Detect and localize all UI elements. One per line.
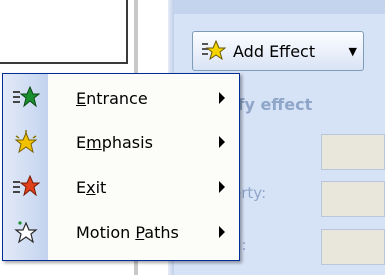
- menu-item-entrance[interactable]: Entrance: [3, 78, 239, 118]
- menu-item-emphasis[interactable]: Emphasis: [3, 122, 239, 162]
- menu-item-exit[interactable]: Exit: [3, 167, 239, 207]
- submenu-arrow-icon: [219, 226, 225, 238]
- motion-path-star-icon: [3, 212, 48, 252]
- submenu-arrow-icon: [219, 136, 225, 148]
- modify-effect-heading: ify effect: [232, 95, 313, 114]
- add-effect-button[interactable]: Add Effect ▼: [192, 31, 364, 71]
- pane-header-strip: [174, 0, 385, 14]
- add-effect-menu: Entrance Emphasis Exit Motion Paths: [2, 73, 240, 261]
- menu-item-label: Emphasis: [76, 132, 153, 152]
- menu-item-label: Exit: [76, 177, 107, 197]
- entrance-star-icon: [3, 78, 48, 118]
- add-effect-star-icon: [199, 37, 227, 65]
- slide-thumbnail-box[interactable]: [0, 0, 128, 64]
- start-dropdown[interactable]: [321, 134, 385, 170]
- chevron-down-icon: ▼: [348, 44, 357, 58]
- exit-star-icon: [3, 167, 48, 207]
- menu-item-label: Motion Paths: [76, 222, 179, 242]
- speed-dropdown[interactable]: [321, 229, 385, 265]
- menu-item-motion-paths[interactable]: Motion Paths: [3, 212, 239, 252]
- property-dropdown[interactable]: [321, 181, 385, 217]
- add-effect-label: Add Effect: [233, 41, 316, 61]
- submenu-arrow-icon: [219, 92, 225, 104]
- menu-item-label: Entrance: [76, 88, 148, 108]
- emphasis-star-icon: [3, 122, 48, 162]
- submenu-arrow-icon: [219, 181, 225, 193]
